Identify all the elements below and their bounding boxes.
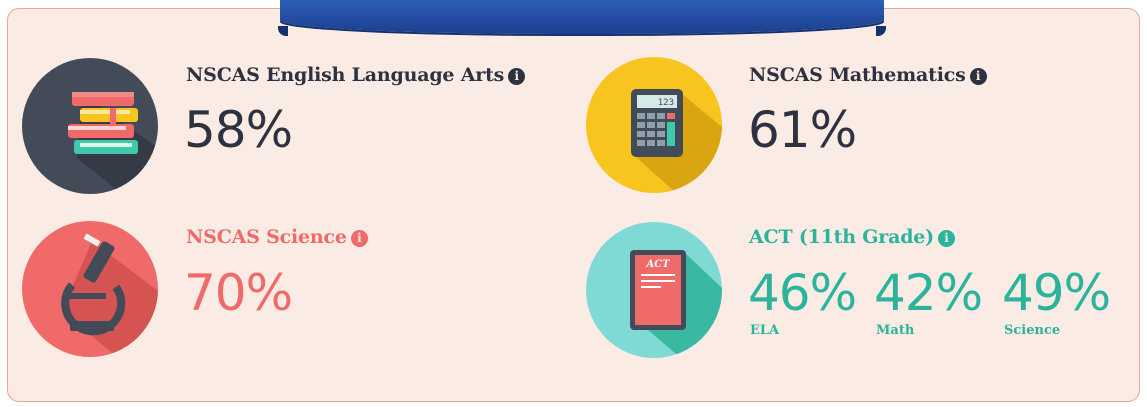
science-percent: 70% — [184, 264, 293, 322]
info-icon[interactable]: i — [969, 68, 987, 85]
ela-title: NSCAS English Language Arts i — [186, 64, 526, 86]
act-science-label: Science — [1004, 323, 1061, 338]
act-book-icon: ACT — [586, 222, 722, 358]
ela-title-text: NSCAS English Language Arts — [186, 64, 505, 86]
calculator-display: 123 — [658, 98, 674, 108]
act-title-text: ACT (11th Grade) — [749, 226, 934, 248]
books-icon — [22, 58, 158, 194]
header-ribbon — [278, 0, 886, 36]
info-icon[interactable]: i — [508, 68, 526, 85]
act-math-percent: 42% — [874, 264, 983, 322]
act-math-label: Math — [876, 323, 915, 338]
calculator-icon: 123 — [586, 57, 722, 193]
info-icon[interactable]: i — [350, 230, 368, 247]
math-title: NSCAS Mathematics i — [749, 64, 987, 86]
science-title: NSCAS Science i — [186, 226, 368, 248]
microscope-icon — [22, 221, 158, 357]
act-ela-percent: 46% — [748, 264, 857, 322]
math-percent: 61% — [748, 101, 857, 159]
act-ela-label: ELA — [750, 323, 780, 338]
act-science-percent: 49% — [1002, 264, 1111, 322]
ela-percent: 58% — [184, 101, 293, 159]
info-icon[interactable]: i — [937, 230, 955, 247]
act-title: ACT (11th Grade) i — [749, 226, 955, 248]
math-title-text: NSCAS Mathematics — [749, 64, 966, 86]
science-title-text: NSCAS Science — [186, 226, 347, 248]
act-book-label: ACT — [645, 259, 671, 270]
